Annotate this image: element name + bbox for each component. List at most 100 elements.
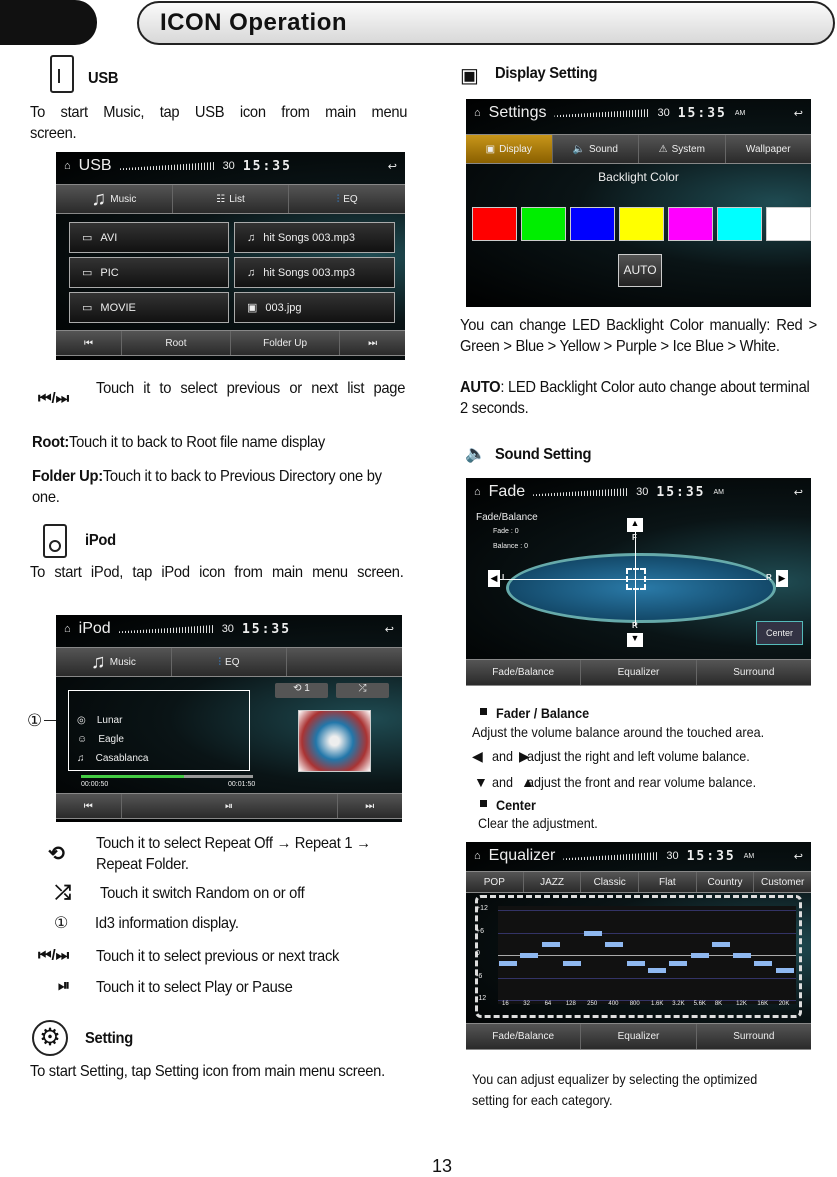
preset-tab[interactable]: Country <box>697 872 755 892</box>
tab-eq[interactable]: ⫶ EQ <box>172 648 288 676</box>
home-icon[interactable]: ⌂ <box>64 160 71 172</box>
auto-text: : LED Backlight Color auto change about … <box>460 379 810 417</box>
eq-band-slider[interactable] <box>711 941 730 947</box>
tab-equalizer[interactable]: Equalizer <box>581 660 697 685</box>
x-tick-label: 32 <box>523 1001 530 1007</box>
color-swatch[interactable] <box>717 207 762 241</box>
home-icon[interactable]: ⌂ <box>64 623 71 635</box>
focus-marker[interactable] <box>626 568 646 590</box>
eq-plot: +12 +6 0 -6 -12 16 32 64 128 250 400 800 1.6K 3.2K 5.6… <box>476 905 796 1007</box>
home-icon[interactable]: ⌂ <box>474 107 481 119</box>
back-icon[interactable]: ↩ <box>794 486 803 499</box>
file-item[interactable]: ▣ 003.jpg <box>234 292 395 323</box>
display-heading: Display Setting <box>495 65 598 82</box>
home-icon[interactable]: ⌂ <box>474 486 481 498</box>
tab-music[interactable]: ♫ Music <box>56 185 173 213</box>
folder-item[interactable]: ▭ MOVIE <box>69 292 229 323</box>
screen-title: Equalizer <box>488 847 556 864</box>
display-tab-icon: ▣ <box>485 143 496 155</box>
repeat-button[interactable]: ⟲ 1 <box>275 683 328 698</box>
eq-band-slider[interactable] <box>626 960 645 966</box>
front-arrow-button[interactable]: ▲ <box>627 518 643 532</box>
volume-value: 30 <box>222 160 235 172</box>
center-button[interactable]: Center <box>756 621 803 645</box>
back-icon[interactable]: ↩ <box>388 160 397 173</box>
eq-band-slider[interactable] <box>520 953 539 958</box>
prev-button[interactable]: ⏮ <box>56 331 122 355</box>
eq-band-slider[interactable] <box>690 953 709 958</box>
right-arrow-button[interactable]: ▶ <box>776 570 788 587</box>
preset-tab[interactable]: Classic <box>581 872 640 892</box>
tab-wallpaper[interactable]: Wallpaper <box>726 135 812 163</box>
tab-display[interactable]: ▣ Display <box>466 135 553 163</box>
eq-icon: ⫶ <box>336 193 340 205</box>
color-swatch[interactable] <box>472 207 517 241</box>
eq-band-slider[interactable] <box>754 960 773 966</box>
eq-band-slider[interactable] <box>669 960 688 966</box>
progress-bar[interactable] <box>81 775 253 778</box>
preset-tab[interactable]: Customer <box>754 872 811 892</box>
tab-label: Music <box>109 656 136 668</box>
y-tick-label: +6 <box>476 927 484 935</box>
usb-screen: ⌂ USB 30 15:35 ↩ ♫ Music ☷ List ⫶ EQ ▭ AVI ▭ PIC … <box>56 152 405 360</box>
play-pause-button[interactable]: ⏯ <box>122 794 338 818</box>
root-button[interactable]: Root <box>122 331 231 355</box>
tab-surround[interactable]: Surround <box>697 660 811 685</box>
back-icon[interactable]: ↩ <box>385 623 394 636</box>
eq-band-slider[interactable] <box>775 968 794 973</box>
eq-band-slider[interactable] <box>584 930 603 936</box>
eq-band-slider[interactable] <box>648 968 666 973</box>
bullet <box>480 800 487 807</box>
color-swatch[interactable] <box>766 207 811 241</box>
folder-item[interactable]: ▭ PIC <box>69 257 229 288</box>
shuffle-button[interactable]: ⤮ <box>336 683 389 698</box>
tab-fade-balance[interactable]: Fade/Balance <box>466 660 582 685</box>
color-swatch[interactable] <box>570 207 615 241</box>
eq-band-slider[interactable] <box>605 941 624 947</box>
back-icon[interactable]: ↩ <box>794 850 803 863</box>
tab-surround[interactable]: Surround <box>697 1024 811 1049</box>
color-swatch[interactable] <box>521 207 566 241</box>
tab-eq[interactable]: ⫶ EQ <box>289 185 405 213</box>
tab-fade-balance[interactable]: Fade/Balance <box>466 1024 582 1049</box>
clock: 15:35 <box>241 621 292 637</box>
file-item[interactable]: ♫ hit Songs 003.mp3 <box>234 257 395 288</box>
eq-band-slider[interactable] <box>733 953 752 958</box>
auto-button[interactable]: AUTO <box>618 254 662 287</box>
x-tick-label: 1.6K <box>651 1001 664 1007</box>
eq-band-slider[interactable] <box>541 941 560 947</box>
tab-equalizer[interactable]: Equalizer <box>581 1024 697 1049</box>
next-button[interactable]: ⏭ <box>340 331 405 355</box>
back-icon[interactable]: ↩ <box>794 107 803 120</box>
right-label: R <box>766 573 772 582</box>
tab-music[interactable]: ♫ Music <box>56 648 172 676</box>
home-icon[interactable]: ⌂ <box>474 850 481 862</box>
rear-arrow-button[interactable]: ▼ <box>627 633 643 647</box>
folder-up-button[interactable]: Folder Up <box>231 331 341 355</box>
volume-bars <box>533 488 629 496</box>
tab-list[interactable]: ☷ List <box>173 185 290 213</box>
eq-band-slider[interactable] <box>499 960 517 966</box>
preset-tab[interactable]: JAZZ <box>524 872 582 892</box>
file-item[interactable]: ♫ hit Songs 003.mp3 <box>234 222 395 253</box>
color-swatch[interactable] <box>668 207 713 241</box>
volume-value: 30 <box>636 486 649 498</box>
tab-system[interactable]: ⚠ System <box>639 135 726 163</box>
page-title: ICON Operation <box>160 9 348 36</box>
color-swatch[interactable] <box>619 207 664 241</box>
ampm: AM <box>734 109 746 117</box>
next-button[interactable]: ⏭ <box>338 794 403 818</box>
usb-icon <box>50 55 74 93</box>
preset-tab[interactable]: POP <box>466 872 524 892</box>
root-desc: Root:Touch it to back to Root file name … <box>32 432 418 453</box>
left-arrow-button[interactable]: ◀ <box>488 570 500 587</box>
backlight-label: Backlight Color <box>598 170 679 184</box>
preset-tab[interactable]: Flat <box>639 872 697 892</box>
ipod-screen: ⌂ iPod 30 15:35 ↩ ♫ Music ⫶ EQ ⟲ 1 ⤮ ◎ Lunar ☺… <box>56 615 402 822</box>
folder-item[interactable]: ▭ AVI <box>69 222 229 253</box>
tab-sound[interactable]: 🔈 Sound <box>553 135 639 163</box>
prev-next-icon: ⏮/⏭ <box>38 390 70 407</box>
eq-band-slider[interactable] <box>562 960 581 966</box>
ampm: AM <box>743 852 755 860</box>
prev-button[interactable]: ⏮ <box>56 794 122 818</box>
